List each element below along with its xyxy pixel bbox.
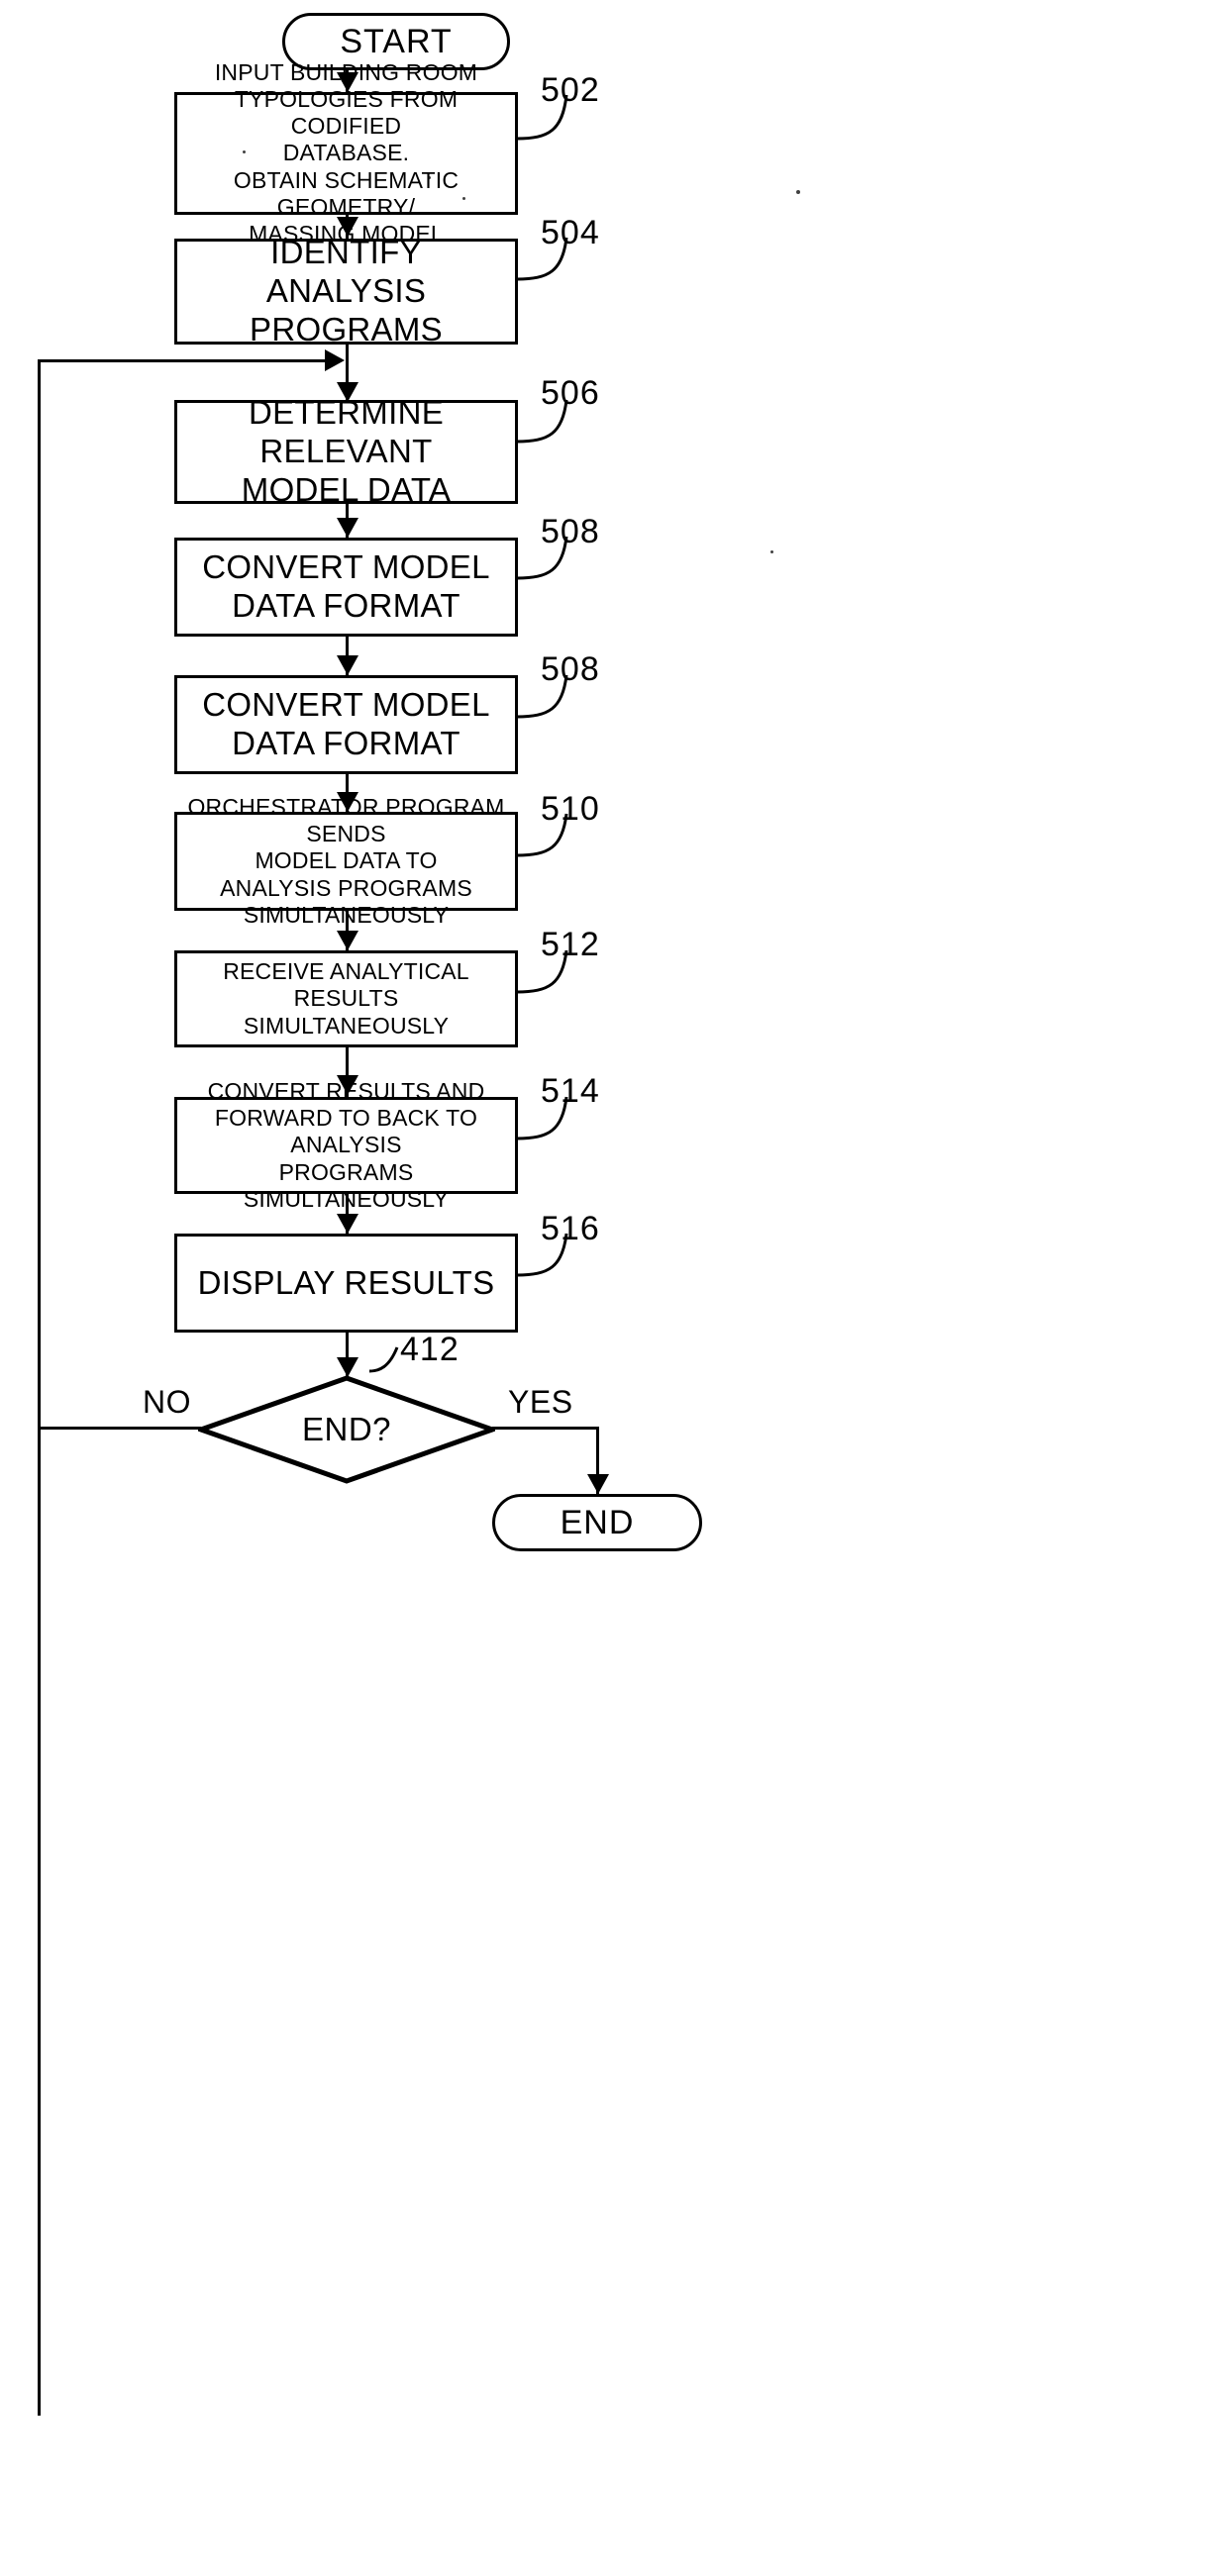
scan-speck (428, 176, 431, 179)
arrowhead-506-to-508a (337, 518, 358, 538)
arrowhead-508a-to-508b (337, 655, 358, 675)
branch-label-no: NO (143, 1384, 191, 1420)
node-end: END (492, 1494, 702, 1551)
scan-speck (770, 550, 773, 553)
node-start-label: START (340, 22, 453, 60)
flowchart-canvas: START INPUT BUILDING ROOM TYPOLOGIES FRO… (0, 0, 1227, 2576)
branch-label-yes: YES (508, 1384, 573, 1420)
refnum-508a: 508 (541, 513, 600, 550)
node-516-label: DISPLAY RESULTS (197, 1263, 495, 1301)
arrowhead-510-to-512 (337, 931, 358, 950)
node-end-label: END (560, 1503, 635, 1541)
loop-return-horizontal (38, 359, 325, 362)
scan-speck (243, 150, 246, 153)
node-516: DISPLAY RESULTS (174, 1234, 518, 1333)
node-514-label: CONVERT RESULTS AND FORWARD TO BACK TO A… (207, 1078, 485, 1212)
node-502: INPUT BUILDING ROOM TYPOLOGIES FROM CODI… (174, 59, 518, 247)
refnum-506: 506 (541, 374, 600, 412)
refnum-510: 510 (541, 790, 600, 828)
refnum-512: 512 (541, 926, 600, 963)
node-514: CONVERT RESULTS AND FORWARD TO BACK TO A… (174, 1078, 518, 1212)
loop-return-vertical (38, 359, 41, 2416)
node-510-label: ORCHESTRATOR PROGRAM SENDS MODEL DATA TO… (187, 794, 505, 928)
arrowhead-516-to-decision (337, 1357, 358, 1377)
node-508a-label: CONVERT MODEL DATA FORMAT (202, 548, 490, 624)
refnum-504: 504 (541, 214, 600, 251)
refnum-502: 502 (541, 71, 600, 109)
node-512: RECEIVE ANALYTICAL RESULTS SIMULTANEOUSL… (174, 950, 518, 1047)
refnum-412: 412 (400, 1331, 460, 1368)
refnum-508b: 508 (541, 650, 600, 688)
refnum-514: 514 (541, 1072, 600, 1110)
loop-return-arrowhead (325, 349, 345, 371)
branch-yes-arrowhead (587, 1474, 609, 1494)
node-504-label: IDENTIFY ANALYSIS PROGRAMS (250, 234, 443, 347)
node-512-label: RECEIVE ANALYTICAL RESULTS SIMULTANEOUSL… (223, 958, 469, 1039)
node-decision-label: END? (301, 1411, 392, 1447)
scan-speck (462, 197, 465, 200)
node-508b-label: CONVERT MODEL DATA FORMAT (202, 686, 490, 761)
branch-yes-horizontal (492, 1427, 599, 1430)
node-504: IDENTIFY ANALYSIS PROGRAMS (174, 234, 518, 347)
node-506: DETERMINE RELEVANT MODEL DATA (174, 394, 518, 508)
node-510: ORCHESTRATOR PROGRAM SENDS MODEL DATA TO… (174, 794, 518, 928)
refnum-516: 516 (541, 1210, 600, 1247)
node-508a: CONVERT MODEL DATA FORMAT (174, 538, 518, 637)
node-508b: CONVERT MODEL DATA FORMAT (174, 675, 518, 774)
scan-speck (796, 190, 800, 194)
arrowhead-514-to-516 (337, 1214, 358, 1234)
node-decision-end: END? (198, 1375, 495, 1484)
node-506-label: DETERMINE RELEVANT MODEL DATA (241, 394, 452, 508)
branch-no-line (38, 1427, 201, 1430)
